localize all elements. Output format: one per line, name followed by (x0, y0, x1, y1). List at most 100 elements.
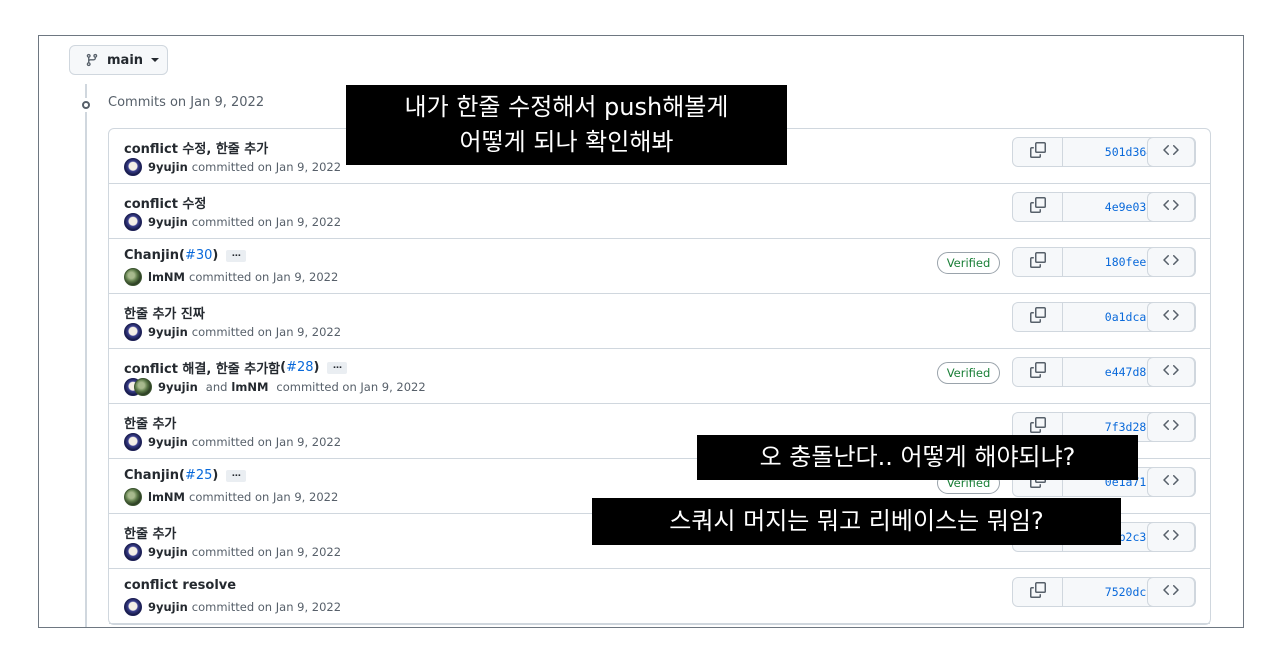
avatar[interactable] (124, 268, 142, 286)
browse-repo-button[interactable] (1147, 357, 1195, 387)
commit-meta: 9yujin committed on Jan 9, 2022 (124, 323, 341, 341)
avatar[interactable] (124, 158, 142, 176)
commit-meta: 9yujin and lmNM committed on Jan 9, 2022 (124, 378, 426, 396)
commit-message-link[interactable]: 한줄 추가 진짜 (124, 303, 205, 322)
commit-row: conflict 해결, 한줄 추가함 (#28)… 9yujin and lmNM c… (109, 349, 1210, 404)
commit-meta: 9yujin committed on Jan 9, 2022 (124, 158, 341, 176)
caption-3: 스쿼시 머지는 뭐고 리베이스는 뭐임? (592, 498, 1121, 545)
caption-2: 오 충돌난다.. 어떻게 해야되냐? (697, 435, 1138, 480)
avatar[interactable] (124, 433, 142, 451)
commit-title: Chanjin (#25)… (124, 468, 247, 483)
avatar-group[interactable] (124, 378, 152, 396)
commit-row: conflict resolve 9yujin committed on Jan 9… (109, 569, 1210, 624)
commit-row: conflict 수정 9yujin committed on Jan 9, 202… (109, 184, 1210, 239)
commit-title: conflict 수정, 한줄 추가 (124, 138, 268, 157)
commit-time: committed on Jan 9, 2022 (189, 270, 339, 284)
copy-icon (1029, 252, 1046, 272)
pr-paren-close: ) (212, 468, 219, 483)
git-commit-icon (76, 98, 96, 112)
avatar[interactable] (124, 543, 142, 561)
commit-message-link[interactable]: 한줄 추가 (124, 413, 176, 432)
copy-icon (1029, 417, 1046, 437)
author-link[interactable]: 9yujin (148, 600, 188, 614)
code-icon (1163, 582, 1179, 602)
commit-title: 한줄 추가 (124, 413, 176, 432)
author-link[interactable]: 9yujin (148, 160, 188, 174)
caption-1: 내가 한줄 수정해서 push해볼게 어떻게 되나 확인해봐 (346, 85, 787, 165)
expand-message-button[interactable]: … (226, 249, 247, 262)
author-link[interactable]: 9yujin (148, 215, 188, 229)
browse-repo-button[interactable] (1147, 412, 1195, 442)
commit-list: conflict 수정, 한줄 추가 9yujin committed on Jan… (108, 128, 1211, 625)
commit-time: committed on Jan 9, 2022 (191, 600, 342, 614)
commit-row: Chanjin (#30)… lmNM committed on Jan 9, 20… (109, 239, 1210, 294)
branch-selector-button[interactable]: main (69, 45, 168, 75)
avatar[interactable] (124, 598, 142, 616)
author-link[interactable]: lmNM (148, 270, 185, 284)
browse-repo-button[interactable] (1147, 192, 1195, 222)
author-link[interactable]: 9yujin (158, 380, 198, 394)
author-link[interactable]: 9yujin (148, 545, 188, 559)
commit-meta: 9yujin committed on Jan 9, 2022 (124, 543, 341, 561)
commit-message-link[interactable]: Chanjin (124, 468, 179, 483)
browse-repo-button[interactable] (1147, 302, 1195, 332)
author-link[interactable]: 9yujin (148, 435, 188, 449)
browse-repo-button[interactable] (1147, 577, 1195, 607)
commit-meta: 9yujin committed on Jan 9, 2022 (124, 433, 341, 451)
caption-1-line-2: 어떻게 되나 확인해봐 (459, 128, 674, 156)
commit-meta: 9yujin committed on Jan 9, 2022 (124, 598, 341, 616)
expand-message-button[interactable]: … (327, 361, 348, 374)
code-icon (1163, 252, 1179, 272)
commit-time: committed on Jan 9, 2022 (191, 435, 342, 449)
commit-title: 한줄 추가 (124, 523, 176, 542)
commit-time: committed on Jan 9, 2022 (191, 160, 342, 174)
and-text: and (205, 380, 228, 394)
avatar[interactable] (124, 488, 142, 506)
avatar[interactable] (134, 378, 152, 396)
copy-sha-button[interactable] (1013, 193, 1063, 221)
verified-badge[interactable]: Verified (937, 362, 1000, 384)
commit-meta: 9yujin committed on Jan 9, 2022 (124, 213, 341, 231)
verified-badge[interactable]: Verified (937, 252, 1000, 274)
code-icon (1163, 472, 1179, 492)
caret-down-icon (151, 58, 160, 62)
avatar[interactable] (124, 323, 142, 341)
copy-sha-button[interactable] (1013, 303, 1063, 331)
commit-time: committed on Jan 9, 2022 (276, 380, 426, 394)
copy-icon (1029, 142, 1046, 162)
author-link[interactable]: lmNM (148, 490, 185, 504)
copy-sha-button[interactable] (1013, 578, 1063, 606)
commit-time: committed on Jan 9, 2022 (191, 215, 342, 229)
commit-time: committed on Jan 9, 2022 (191, 325, 342, 339)
pr-paren-close: ) (313, 360, 320, 375)
pr-link[interactable]: #25 (185, 468, 212, 483)
copy-sha-button[interactable] (1013, 248, 1063, 276)
pr-link[interactable]: #30 (185, 248, 212, 263)
code-icon (1163, 142, 1179, 162)
commit-message-link[interactable]: conflict resolve (124, 578, 236, 593)
commit-message-link[interactable]: conflict 수정 (124, 193, 206, 212)
commit-title: conflict 해결, 한줄 추가함 (#28)… (124, 358, 348, 377)
expand-message-button[interactable]: … (226, 469, 247, 482)
commits-date-heading: Commits on Jan 9, 2022 (108, 95, 265, 110)
browse-repo-button[interactable] (1147, 137, 1195, 167)
author-link[interactable]: 9yujin (148, 325, 188, 339)
git-branch-icon (86, 53, 98, 67)
commit-message-link[interactable]: conflict 해결, 한줄 추가함 (124, 358, 280, 377)
pr-link[interactable]: #28 (286, 360, 313, 375)
commit-time: committed on Jan 9, 2022 (189, 490, 339, 504)
branch-name: main (107, 52, 144, 68)
copy-sha-button[interactable] (1013, 358, 1063, 386)
avatar[interactable] (124, 213, 142, 231)
coauthor-link[interactable]: lmNM (231, 380, 268, 394)
commit-message-link[interactable]: conflict 수정, 한줄 추가 (124, 138, 268, 157)
commit-title: 한줄 추가 진짜 (124, 303, 205, 322)
commit-message-link[interactable]: Chanjin (124, 248, 179, 263)
commit-title: Chanjin (#30)… (124, 248, 247, 263)
commit-message-link[interactable]: 한줄 추가 (124, 523, 176, 542)
browse-repo-button[interactable] (1147, 247, 1195, 277)
browse-repo-button[interactable] (1147, 467, 1195, 497)
copy-sha-button[interactable] (1013, 138, 1063, 166)
browse-repo-button[interactable] (1147, 522, 1195, 552)
commit-title: conflict resolve (124, 578, 236, 593)
